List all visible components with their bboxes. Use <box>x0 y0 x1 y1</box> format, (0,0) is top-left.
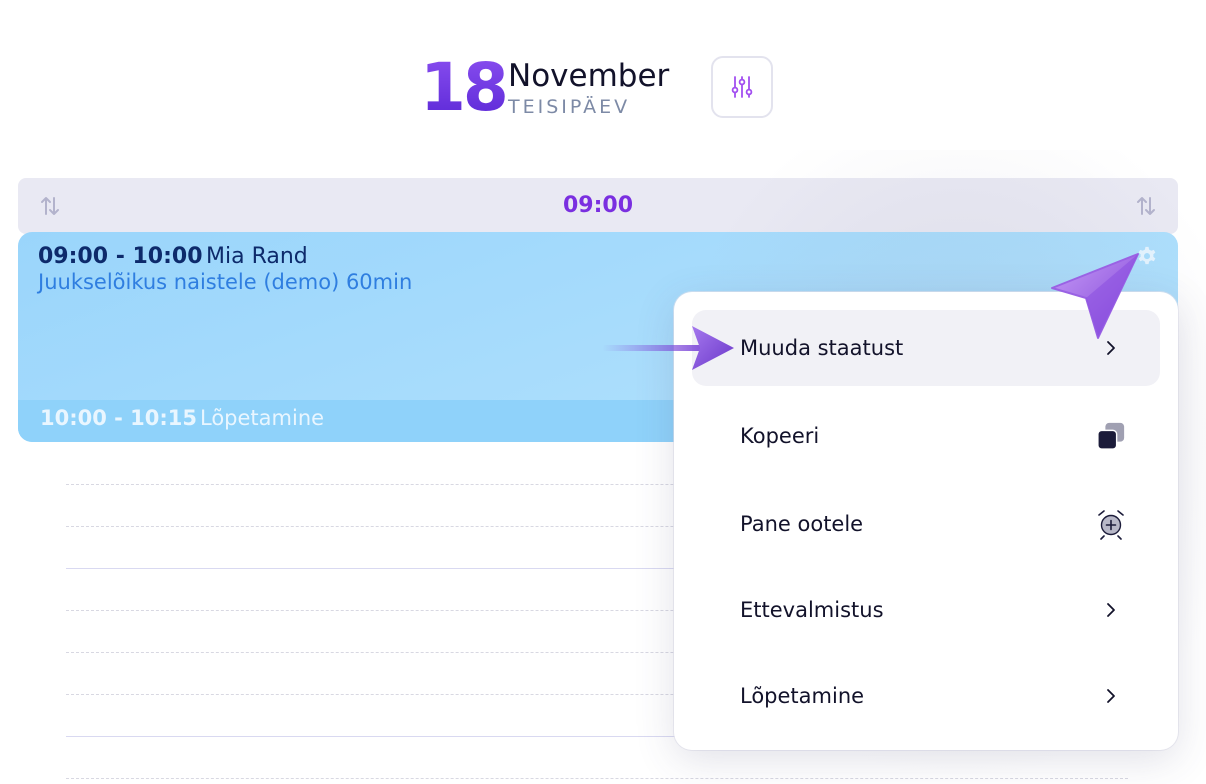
menu-item-label: Kopeeri <box>740 424 820 448</box>
sliders-icon <box>731 76 753 98</box>
pointer-arrow-icon <box>692 326 734 370</box>
chevron-right-icon <box>1096 572 1126 648</box>
day-number: 18 <box>420 49 509 126</box>
month-name: November <box>508 58 670 94</box>
menu-item-label: Muuda staatust <box>740 336 904 360</box>
menu-item-preparation[interactable]: Ettevalmistus <box>692 572 1160 648</box>
appointment-service: Juukselõikus naistele (demo) 60min <box>38 270 413 294</box>
menu-item-label: Pane ootele <box>740 512 864 536</box>
follow-up-label: Lõpetamine <box>200 406 325 430</box>
appointment-client: Mia Rand <box>206 244 308 269</box>
cursor-icon <box>1051 253 1139 339</box>
copy-icon <box>1096 398 1126 474</box>
alarm-add-icon <box>1096 486 1126 562</box>
menu-item-copy[interactable]: Kopeeri <box>692 398 1160 474</box>
follow-up-time: 10:00 - 10:15 <box>40 406 198 430</box>
filter-button[interactable] <box>711 56 773 118</box>
menu-item-label: Lõpetamine <box>740 684 865 708</box>
context-menu: Muuda staatust Kopeeri Pane ootele Ettev… <box>674 292 1178 750</box>
menu-item-label: Ettevalmistus <box>740 598 884 622</box>
menu-item-completion[interactable]: Lõpetamine <box>692 658 1160 734</box>
weekday-label: TEISIPÄEV <box>508 96 631 118</box>
appointment-time: 09:00 - 10:00 <box>38 244 203 269</box>
menu-item-put-on-hold[interactable]: Pane ootele <box>692 486 1160 562</box>
chevron-right-icon <box>1096 658 1126 734</box>
